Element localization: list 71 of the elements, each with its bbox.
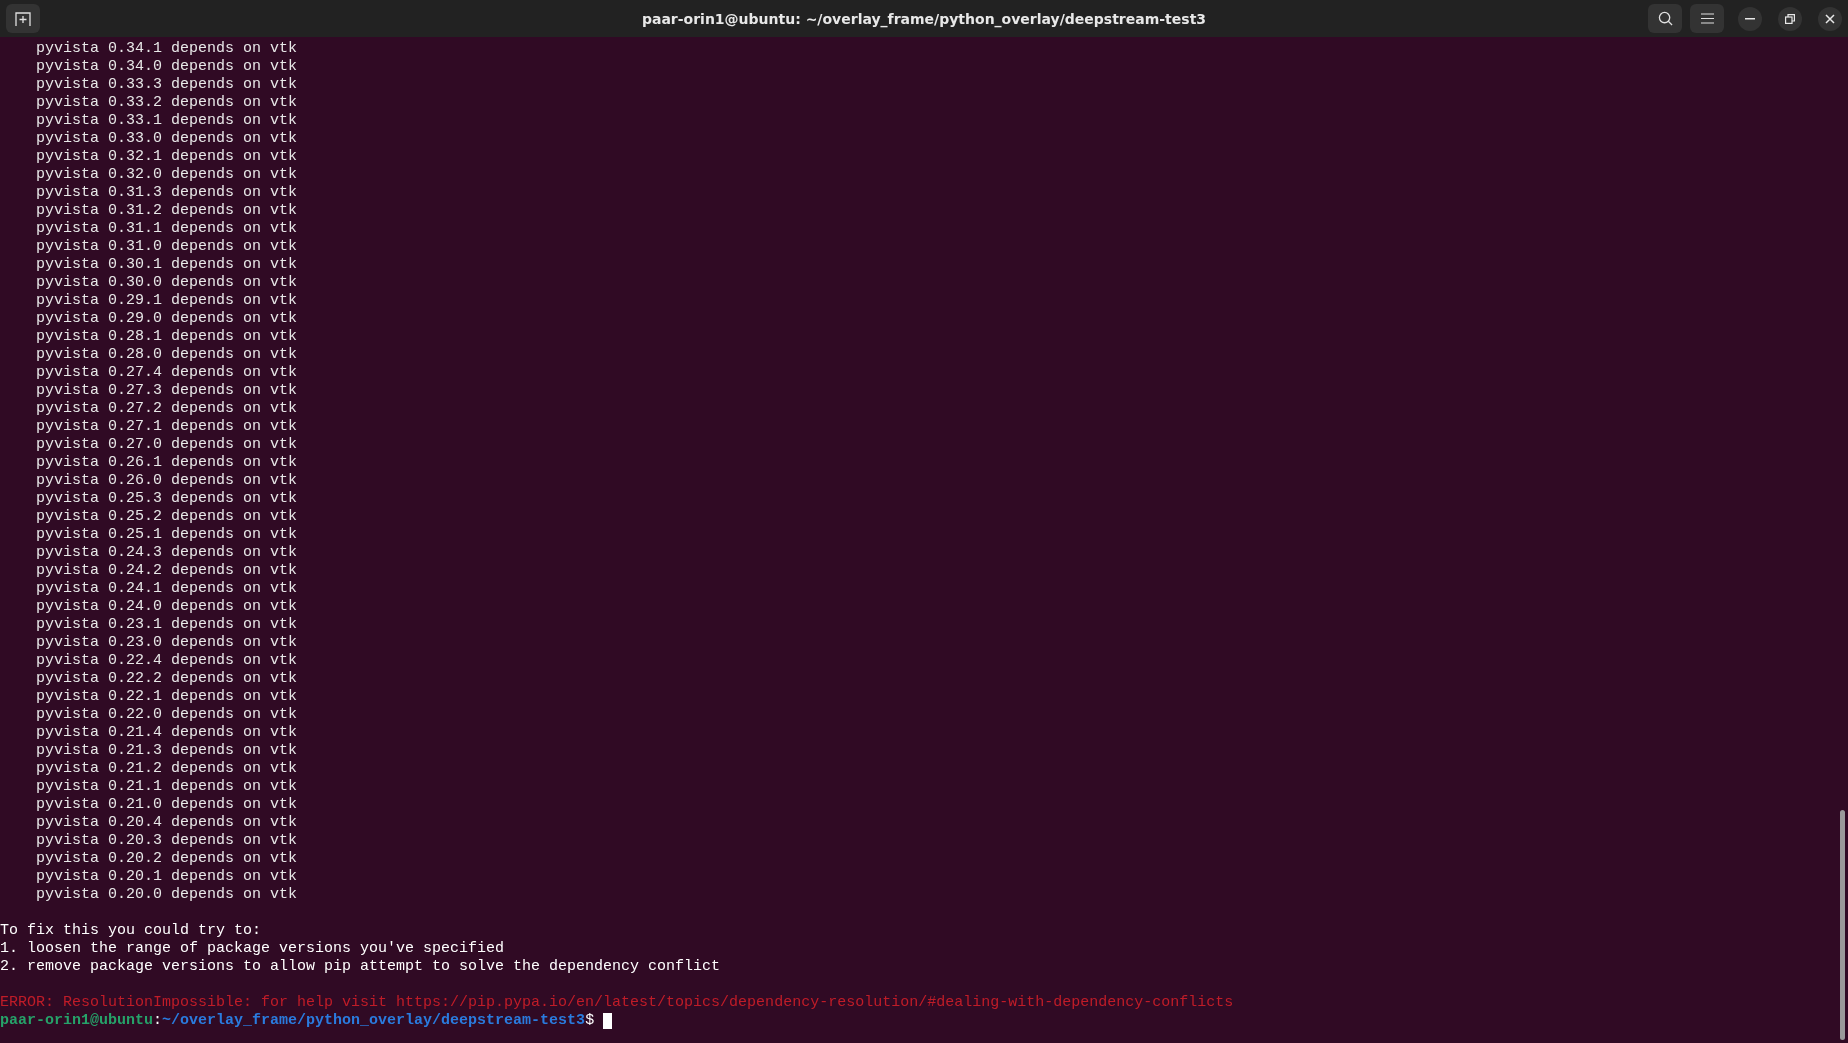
window-title: paar-orin1@ubuntu: ~/overlay_frame/python_overlay/deepstream-test3 bbox=[641, 10, 1207, 27]
terminal-output-line: pyvista 0.31.3 depends on vtk bbox=[36, 184, 298, 202]
terminal-output-line: To fix this you could try to: bbox=[0, 922, 262, 940]
terminal-output-line: pyvista 0.23.0 depends on vtk bbox=[36, 634, 298, 652]
terminal-output-line: pyvista 0.24.0 depends on vtk bbox=[36, 598, 298, 616]
terminal-output-line: pyvista 0.32.0 depends on vtk bbox=[36, 166, 298, 184]
terminal-output-line: pyvista 0.21.0 depends on vtk bbox=[36, 796, 298, 814]
prompt-path: ~/overlay_frame/python_overlay/deepstream-test3 bbox=[162, 1012, 586, 1030]
terminal-output-line: pyvista 0.31.0 depends on vtk bbox=[36, 238, 298, 256]
menu-button[interactable] bbox=[1690, 4, 1724, 33]
terminal-output-line: pyvista 0.27.4 depends on vtk bbox=[36, 364, 298, 382]
terminal-output-line: pyvista 0.20.3 depends on vtk bbox=[36, 832, 298, 850]
terminal-output-line: pyvista 0.20.0 depends on vtk bbox=[36, 886, 298, 904]
terminal-output-line: pyvista 0.34.1 depends on vtk bbox=[36, 40, 298, 58]
menu-icon bbox=[1700, 13, 1714, 24]
terminal-output-line: pyvista 0.31.1 depends on vtk bbox=[36, 220, 298, 238]
terminal-output-line: pyvista 0.32.1 depends on vtk bbox=[36, 148, 298, 166]
prompt-separator: : bbox=[153, 1012, 163, 1030]
terminal-output-line: pyvista 0.27.3 depends on vtk bbox=[36, 382, 298, 400]
terminal-output-line: pyvista 0.24.2 depends on vtk bbox=[36, 562, 298, 580]
new-tab-icon bbox=[15, 10, 31, 27]
restore-icon bbox=[1785, 13, 1795, 24]
prompt-symbol: $ bbox=[585, 1012, 595, 1030]
new-tab-button[interactable] bbox=[6, 4, 40, 33]
terminal-output-line: pyvista 0.30.0 depends on vtk bbox=[36, 274, 298, 292]
terminal-output-line: pyvista 0.20.1 depends on vtk bbox=[36, 868, 298, 886]
terminal-output-line: 2. remove package versions to allow pip attempt to solve the dependency conflict bbox=[0, 958, 721, 976]
terminal-output-line: pyvista 0.27.0 depends on vtk bbox=[36, 436, 298, 454]
terminal-output-line: pyvista 0.22.2 depends on vtk bbox=[36, 670, 298, 688]
terminal-output-line: pyvista 0.20.2 depends on vtk bbox=[36, 850, 298, 868]
terminal-output-line: pyvista 0.27.1 depends on vtk bbox=[36, 418, 298, 436]
terminal-output-line: pyvista 0.33.2 depends on vtk bbox=[36, 94, 298, 112]
minimize-button[interactable] bbox=[1738, 6, 1762, 31]
text-cursor bbox=[603, 1013, 613, 1029]
search-icon bbox=[1657, 11, 1673, 26]
terminal-output-line: pyvista 0.22.1 depends on vtk bbox=[36, 688, 298, 706]
search-button[interactable] bbox=[1648, 4, 1682, 33]
terminal-output-line: pyvista 0.33.0 depends on vtk bbox=[36, 130, 298, 148]
terminal-output-line: pyvista 0.28.0 depends on vtk bbox=[36, 346, 298, 364]
terminal-output-line: pyvista 0.29.0 depends on vtk bbox=[36, 310, 298, 328]
terminal-output-line: pyvista 0.31.2 depends on vtk bbox=[36, 202, 298, 220]
terminal-output-line: pyvista 0.34.0 depends on vtk bbox=[36, 58, 298, 76]
error-message: ERROR: ResolutionImpossible: for help visit https://pip.pypa.io/en/latest/topics/dependency-resolution/#dealing-with-dependency-conflicts bbox=[0, 994, 1234, 1012]
terminal-output-line: pyvista 0.22.4 depends on vtk bbox=[36, 652, 298, 670]
terminal-output-line: pyvista 0.26.0 depends on vtk bbox=[36, 472, 298, 490]
terminal-output-line: pyvista 0.25.3 depends on vtk bbox=[36, 490, 298, 508]
terminal-output-line: pyvista 0.21.4 depends on vtk bbox=[36, 724, 298, 742]
close-icon bbox=[1825, 13, 1835, 24]
terminal-output-line: pyvista 0.28.1 depends on vtk bbox=[36, 328, 298, 346]
terminal-output-line: pyvista 0.21.2 depends on vtk bbox=[36, 760, 298, 778]
prompt-user-host: paar-orin1@ubuntu bbox=[0, 1012, 154, 1030]
terminal-output-line: pyvista 0.21.1 depends on vtk bbox=[36, 778, 298, 796]
terminal-output-line: pyvista 0.26.1 depends on vtk bbox=[36, 454, 298, 472]
terminal-output-line: 1. loosen the range of package versions you've specified bbox=[0, 940, 505, 958]
terminal-output-line: pyvista 0.24.3 depends on vtk bbox=[36, 544, 298, 562]
terminal-output-line: pyvista 0.33.3 depends on vtk bbox=[36, 76, 298, 94]
terminal-output-line: pyvista 0.30.1 depends on vtk bbox=[36, 256, 298, 274]
terminal-output-line: pyvista 0.20.4 depends on vtk bbox=[36, 814, 298, 832]
terminal-output-line: pyvista 0.21.3 depends on vtk bbox=[36, 742, 298, 760]
terminal-output-line: pyvista 0.24.1 depends on vtk bbox=[36, 580, 298, 598]
scrollbar-thumb[interactable] bbox=[1840, 810, 1845, 1040]
minimize-icon bbox=[1745, 17, 1755, 20]
terminal-output-line: pyvista 0.22.0 depends on vtk bbox=[36, 706, 298, 724]
terminal-output-line: pyvista 0.33.1 depends on vtk bbox=[36, 112, 298, 130]
terminal-output-line: pyvista 0.23.1 depends on vtk bbox=[36, 616, 298, 634]
terminal-output-line: pyvista 0.25.2 depends on vtk bbox=[36, 508, 298, 526]
terminal-output-line: pyvista 0.25.1 depends on vtk bbox=[36, 526, 298, 544]
terminal-output-line: pyvista 0.29.1 depends on vtk bbox=[36, 292, 298, 310]
maximize-button[interactable] bbox=[1778, 6, 1802, 31]
terminal-output-line: pyvista 0.27.2 depends on vtk bbox=[36, 400, 298, 418]
close-button[interactable] bbox=[1818, 6, 1842, 31]
